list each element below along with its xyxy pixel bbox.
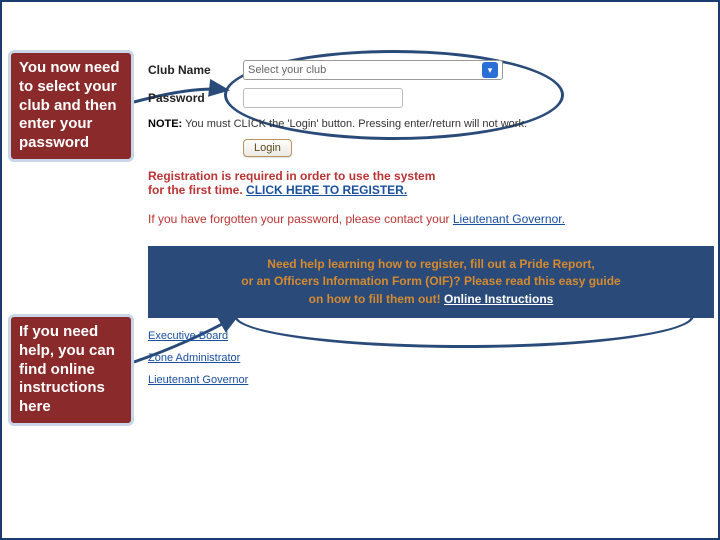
- lieutenant-governor-role-link[interactable]: Lieutenant Governor: [148, 374, 248, 386]
- forgot-password: If you have forgotten your password, ple…: [148, 211, 714, 228]
- registration-required: Registration is required in order to use…: [148, 169, 714, 197]
- note-prefix: NOTE:: [148, 118, 182, 130]
- role-links: Executive Board Zone Administrator Lieut…: [148, 330, 714, 386]
- login-note: NOTE: You must CLICK the 'Login' button.…: [148, 118, 714, 130]
- registration-line1: Registration is required in order to use…: [148, 169, 435, 183]
- club-select[interactable]: Select your club ▾: [243, 60, 503, 80]
- club-select-value: Select your club: [248, 64, 326, 76]
- registration-line2-prefix: for the first time.: [148, 183, 243, 197]
- login-button-row: Login: [148, 138, 714, 157]
- help-banner-line2: or an Officers Information Form (OIF)? P…: [241, 274, 620, 288]
- login-panel: Club Name Select your club ▾ Password NO…: [148, 60, 714, 396]
- help-banner: Need help learning how to register, fill…: [148, 246, 714, 318]
- executive-board-link[interactable]: Executive Board: [148, 330, 228, 342]
- register-link[interactable]: CLICK HERE TO REGISTER.: [246, 183, 407, 197]
- online-instructions-link[interactable]: Online Instructions: [444, 292, 553, 306]
- password-input[interactable]: [243, 88, 403, 108]
- zone-administrator-link[interactable]: Zone Administrator: [148, 352, 240, 364]
- lieutenant-governor-link[interactable]: Lieutenant Governor.: [453, 212, 565, 226]
- club-name-row: Club Name Select your club ▾: [148, 60, 714, 80]
- callout-online-help: If you need help, you can find online in…: [8, 314, 134, 426]
- chevron-down-icon: ▾: [482, 62, 498, 78]
- password-row: Password: [148, 88, 714, 108]
- help-banner-line3-prefix: on how to fill them out!: [309, 292, 441, 306]
- note-text: You must CLICK the 'Login' button. Press…: [185, 118, 527, 130]
- slide: You now need to select your club and the…: [0, 0, 720, 540]
- callout-select-club: You now need to select your club and the…: [8, 50, 134, 162]
- password-label: Password: [148, 91, 243, 105]
- login-button[interactable]: Login: [243, 139, 292, 157]
- forgot-text: If you have forgotten your password, ple…: [148, 212, 450, 226]
- club-name-label: Club Name: [148, 63, 243, 77]
- help-banner-line1: Need help learning how to register, fill…: [267, 257, 594, 271]
